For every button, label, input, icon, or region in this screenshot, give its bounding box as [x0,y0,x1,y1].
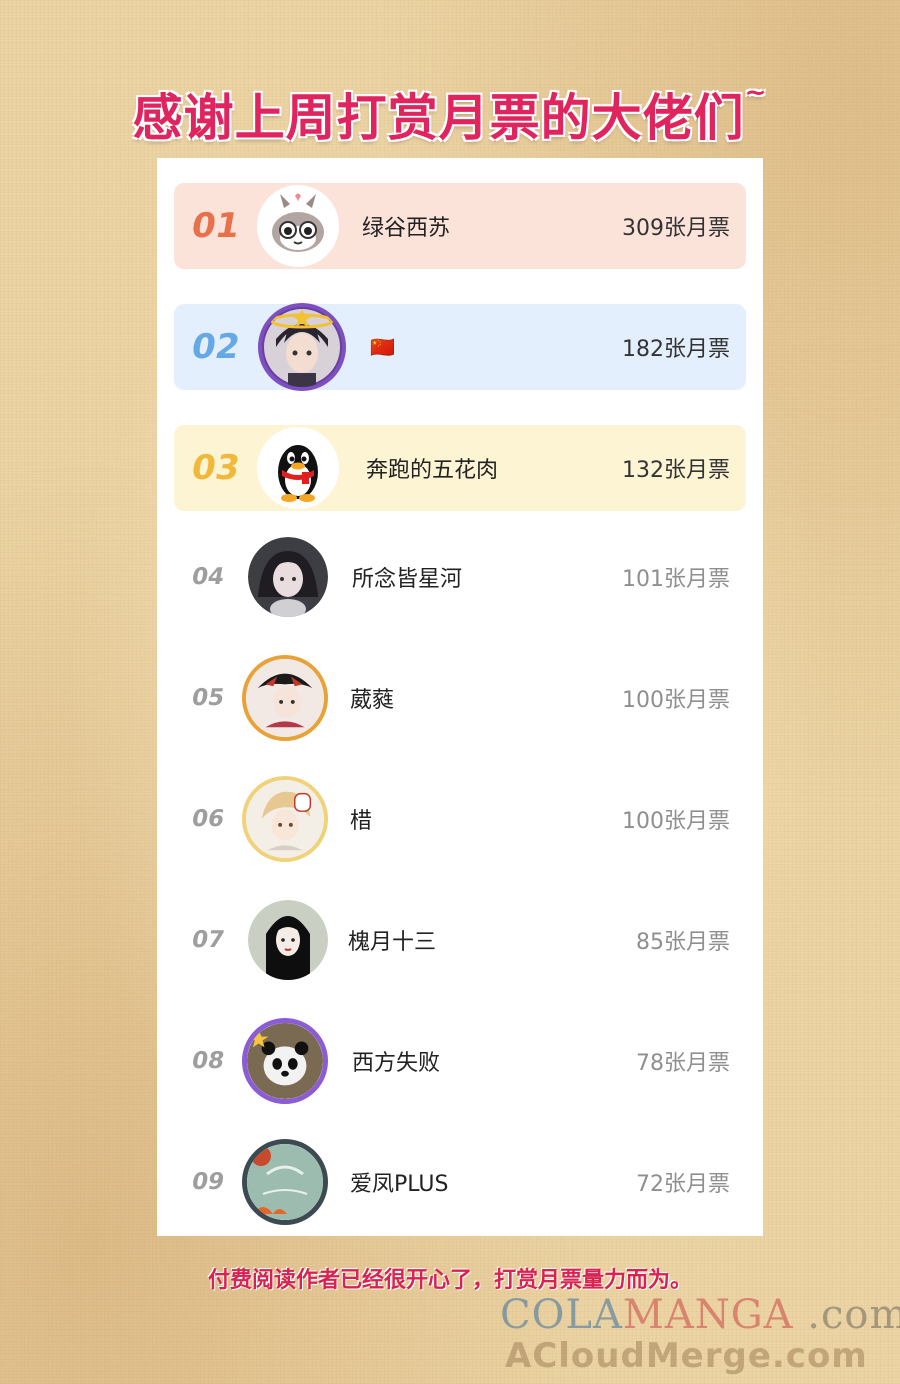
user-name: 绿谷西苏 [362,216,451,241]
user-name: 奔跑的五花肉 [366,458,499,483]
ranking-row-1[interactable]: 01 绿谷西苏 309张月票 [174,183,746,269]
ranking-row-2[interactable]: 02 🇨🇳 182张月票 [174,303,746,391]
framed-avatar-icon [242,655,328,741]
watermark-site: COLAMANGA .com [500,1292,900,1338]
rank-number: 06 [189,806,227,832]
lady-avatar-icon [248,900,328,980]
title-text: 感谢上周打赏月票的大佬们 [132,89,745,147]
user-name: 爱凤PLUS [350,1172,449,1197]
user-name: 西方失败 [352,1051,441,1076]
user-name: 🇨🇳 [370,335,395,359]
vote-count: 100张月票 [622,809,730,834]
user-name: 槐月十三 [348,930,437,955]
framed-avatar-icon [242,776,328,862]
rabbit-avatar-icon [260,188,336,264]
rank-number: 03 [188,448,243,488]
title-tilde: ~ [744,78,768,108]
watermark-part-c: .com [793,1292,900,1338]
watermark-domain: ACloudMerge.com [505,1336,868,1376]
ranking-row-4[interactable]: 04 所念皆星河 101张月票 [174,534,746,620]
page-title: 感谢上周打赏月票的大佬们~ [0,78,900,150]
ranking-row-5[interactable]: 05 葳蕤 100张月票 [174,655,746,741]
user-name: 所念皆星河 [352,567,463,592]
vote-count: 182张月票 [622,337,730,362]
rank-number: 09 [189,1169,227,1195]
rank-number: 02 [188,327,243,367]
vote-count: 132张月票 [622,458,730,483]
rank-number: 05 [189,685,227,711]
vote-count: 100张月票 [622,688,730,713]
qq-penguin-avatar-icon [260,430,336,506]
ranking-row-7[interactable]: 07 槐月十三 85张月票 [174,897,746,983]
framed-avatar-icon [242,1139,328,1225]
footer-note: 付费阅读作者已经很开心了，打赏月票量力而为。 [207,1268,692,1293]
vote-count: 101张月票 [622,567,730,592]
ranking-row-3[interactable]: 03 奔跑的五花肉 132张月票 [174,425,746,511]
girl-avatar-icon [248,537,328,617]
user-name: 棤 [350,809,373,834]
ranking-row-6[interactable]: 06 棤 100张月票 [174,776,746,862]
user-name: 葳蕤 [350,688,395,713]
rank-number: 08 [189,1048,227,1074]
ranking-row-9[interactable]: 09 爱凤PLUS 72张月票 [174,1139,746,1225]
watermark-part-a: COLA [500,1292,623,1338]
vote-count: 85张月票 [636,930,730,955]
anime-boy-avatar-icon [258,303,346,391]
ranking-card: 01 绿谷西苏 309张月票 02 🇨🇳 182张月票 03 奔跑的五花肉 13… [157,158,763,1236]
vote-count: 72张月票 [636,1172,730,1197]
vote-count: 309张月票 [622,216,730,241]
rank-number: 04 [189,564,227,590]
panda-avatar-icon [242,1018,328,1104]
rank-number: 01 [188,206,243,246]
rank-number: 07 [189,927,227,953]
ranking-row-8[interactable]: 08 西方失败 78张月票 [174,1018,746,1104]
watermark-part-b: MANGA [622,1292,794,1338]
vote-count: 78张月票 [636,1051,730,1076]
